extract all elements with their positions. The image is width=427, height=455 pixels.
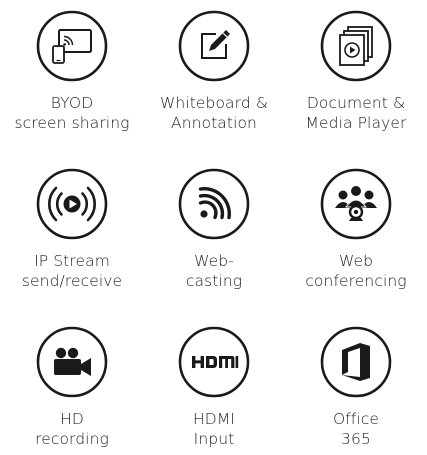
feature-label-line2: send/receive bbox=[21, 272, 123, 290]
office-365-logo-icon bbox=[320, 326, 392, 398]
feature-label: Whiteboard & Annotation bbox=[143, 93, 285, 133]
feature-label-line1: Document & bbox=[306, 94, 406, 112]
feature-label-line2: casting bbox=[185, 272, 243, 290]
byod-screen-share-icon bbox=[36, 10, 108, 82]
feature-label-line1: Whiteboard & bbox=[159, 94, 269, 112]
feature-label-line1: Web bbox=[338, 252, 374, 270]
feature-label-line1: HDMI bbox=[193, 410, 235, 428]
video-camera-icon bbox=[36, 326, 108, 398]
feature-label: Office 365 bbox=[285, 409, 427, 449]
feature-label: Web conferencing bbox=[285, 251, 427, 291]
feature-label-line2: screen sharing bbox=[14, 114, 130, 132]
hdmi-logo-icon bbox=[178, 326, 250, 398]
feature-label: Document & Media Player bbox=[285, 93, 427, 133]
feature-label-line2: Annotation bbox=[170, 114, 257, 132]
feature-label: IP Stream send/receive bbox=[1, 251, 143, 291]
webcasting-signal-icon bbox=[178, 168, 250, 240]
feature-label: HD recording bbox=[1, 409, 143, 449]
feature-grid: BYOD screen sharing Whiteboard & Annotat… bbox=[0, 0, 427, 455]
feature-label-line2: conferencing bbox=[305, 272, 407, 290]
document-media-player-icon bbox=[320, 10, 392, 82]
feature-label: BYOD screen sharing bbox=[1, 93, 143, 133]
feature-label-line2: recording bbox=[35, 430, 109, 448]
feature-label-line1: Office bbox=[332, 410, 380, 428]
feature-label-line2: 365 bbox=[341, 430, 371, 448]
feature-label-line1: HD bbox=[60, 410, 84, 428]
feature-label-line2: Input bbox=[193, 430, 235, 448]
web-conferencing-people-icon bbox=[320, 168, 392, 240]
feature-label-line1: BYOD bbox=[50, 94, 94, 112]
ip-stream-broadcast-icon bbox=[36, 168, 108, 240]
feature-label: Web- casting bbox=[143, 251, 285, 291]
whiteboard-pen-icon bbox=[178, 10, 250, 82]
feature-label: HDMI Input bbox=[143, 409, 285, 449]
feature-label-line1: IP Stream bbox=[34, 252, 110, 270]
feature-label-line1: Web- bbox=[194, 252, 234, 270]
feature-label-line2: Media Player bbox=[305, 114, 407, 132]
